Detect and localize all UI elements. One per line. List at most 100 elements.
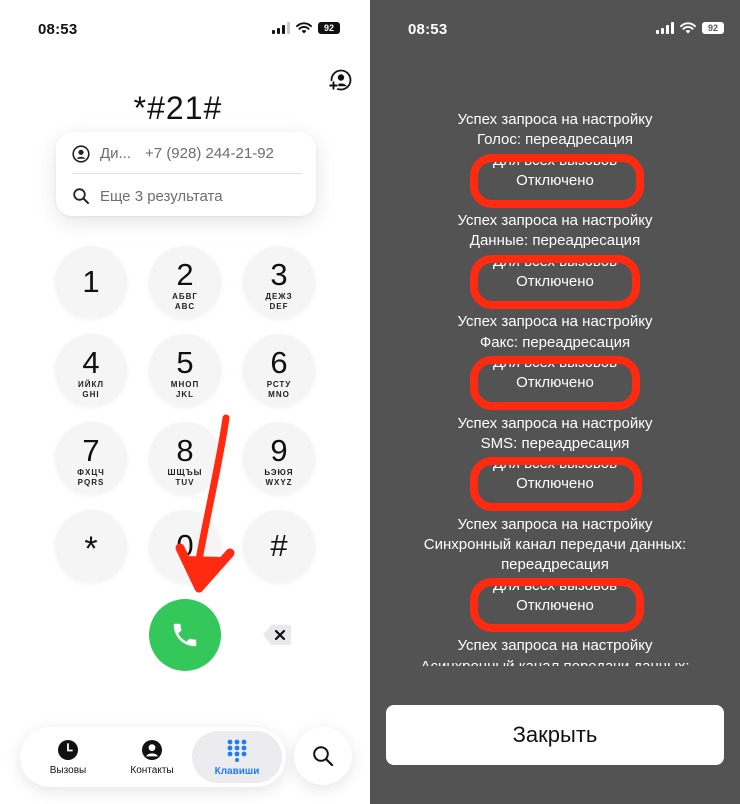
add-contact-icon[interactable] bbox=[328, 68, 352, 92]
message-service: SMS: переадресация bbox=[480, 434, 630, 452]
message-state: Отключено bbox=[516, 171, 594, 189]
message-scope: Для всех вызовов bbox=[492, 455, 618, 473]
key-5[interactable]: 5 МНОП JKL bbox=[149, 334, 221, 406]
key-9[interactable]: 9 ЬЭЮЯ WXYZ bbox=[243, 422, 315, 494]
key-digit: 4 bbox=[82, 345, 100, 380]
suggestion-contact-number: +7 (928) 244-21-92 bbox=[145, 145, 274, 162]
key-letters-lat: TUV bbox=[175, 478, 195, 487]
key-letters-lat: JKL bbox=[175, 390, 195, 399]
backspace-icon[interactable] bbox=[262, 624, 292, 646]
cellular-signal-icon bbox=[656, 22, 674, 34]
tab-label: Вызовы bbox=[49, 764, 87, 776]
key-digit: 0 bbox=[176, 528, 194, 563]
message-scope: Для всех вызовов bbox=[492, 252, 618, 270]
key-letters-cyr: ДЕЖЗ bbox=[265, 292, 293, 301]
battery-icon: 92 bbox=[702, 22, 724, 34]
person-circle-icon bbox=[72, 144, 90, 163]
key-4[interactable]: 4 ИЙКЛ GHI bbox=[55, 334, 127, 406]
status-time: 08:53 bbox=[38, 21, 78, 38]
message-service: Синхронный канал передачи данных: bbox=[423, 536, 687, 554]
status-bar: 08:53 92 bbox=[370, 0, 740, 60]
key-digit: 9 bbox=[270, 433, 288, 468]
tab-keypad[interactable]: Клавиши bbox=[192, 731, 282, 783]
key-letters-cyr: ЬЭЮЯ bbox=[264, 468, 294, 477]
message-state: Отключено bbox=[516, 596, 594, 614]
key-digit: 8 bbox=[176, 433, 194, 468]
message-block: Успех запроса на настройку Голос: переад… bbox=[370, 100, 740, 191]
message-block: Успех запроса на настройку Факс: переадр… bbox=[370, 312, 740, 393]
search-button[interactable] bbox=[294, 727, 352, 785]
key-digit: 7 bbox=[82, 433, 100, 468]
dialer-screen: 08:53 92 *#21# Ди... +7 (928) 244-21-92 … bbox=[0, 0, 356, 804]
wifi-icon bbox=[296, 22, 312, 34]
tab-bar: Вызовы Контакты Клавиши bbox=[20, 727, 286, 787]
key-digit: 1 bbox=[82, 264, 100, 299]
clock-icon bbox=[58, 739, 78, 760]
person-icon bbox=[142, 739, 162, 760]
suggestion-card: Ди... +7 (928) 244-21-92 Еще 3 результат… bbox=[56, 132, 316, 216]
message-line: Успех запроса на настройку bbox=[457, 515, 653, 533]
key-letters-cyr: ШЩЪЫ bbox=[167, 468, 203, 477]
ussd-message: Успех запроса на настройку Голос: переад… bbox=[370, 100, 740, 666]
message-service: Данные: переадресация bbox=[469, 232, 641, 250]
key-letters-cyr: ФХЦЧ bbox=[77, 468, 105, 477]
key-letters-cyr: ИЙКЛ bbox=[78, 380, 104, 389]
message-line: Успех запроса на настройку bbox=[457, 313, 653, 331]
status-time: 08:53 bbox=[408, 21, 448, 38]
key-7[interactable]: 7 ФХЦЧ PQRS bbox=[55, 422, 127, 494]
keypad-icon bbox=[227, 739, 247, 762]
more-results-row[interactable]: Еще 3 результата bbox=[72, 176, 302, 216]
call-button[interactable] bbox=[149, 599, 221, 671]
key-letters-lat: MNO bbox=[268, 390, 290, 399]
message-state: Отключено bbox=[516, 273, 594, 291]
message-service: Асинхронный канал передачи данных: bbox=[370, 657, 740, 666]
search-icon bbox=[73, 188, 89, 204]
tab-calls[interactable]: Вызовы bbox=[26, 731, 110, 783]
message-block: Успех запроса на настройку Синхронный ка… bbox=[370, 515, 740, 616]
key-letters-lat: WXYZ bbox=[265, 478, 293, 487]
message-scope: Для всех вызовов bbox=[492, 353, 618, 371]
message-line: Успех запроса на настройку bbox=[457, 212, 653, 230]
message-line: Успех запроса на настройку bbox=[457, 111, 653, 128]
message-block: Успех запроса на настройку Асинхронный к… bbox=[370, 636, 740, 666]
search-icon bbox=[313, 746, 334, 767]
battery-icon: 92 bbox=[318, 22, 340, 34]
cellular-signal-icon bbox=[272, 22, 290, 34]
status-bar: 08:53 92 bbox=[0, 0, 356, 60]
key-letters-lat: PQRS bbox=[77, 478, 105, 487]
key-1[interactable]: 1 bbox=[55, 246, 127, 318]
key-star[interactable]: * bbox=[55, 510, 127, 582]
key-digit: 2 bbox=[176, 257, 194, 292]
key-hash[interactable]: # bbox=[243, 510, 315, 582]
message-block: Успех запроса на настройку Данные: переа… bbox=[370, 211, 740, 292]
message-line: Успех запроса на настройку bbox=[457, 637, 653, 655]
key-3[interactable]: 3 ДЕЖЗ DEF bbox=[243, 246, 315, 318]
tab-contacts[interactable]: Контакты bbox=[112, 731, 192, 783]
suggestion-contact-name: Ди... bbox=[100, 145, 132, 162]
message-state: Отключено bbox=[516, 475, 594, 493]
key-digit: # bbox=[270, 528, 288, 563]
key-6[interactable]: 6 РСТУ MNO bbox=[243, 334, 315, 406]
key-8[interactable]: 8 ШЩЪЫ TUV bbox=[149, 422, 221, 494]
phone-icon bbox=[173, 623, 197, 647]
dialed-number: *#21# bbox=[133, 90, 223, 126]
more-results-label: Еще 3 результата bbox=[100, 187, 223, 205]
message-state: Отключено bbox=[516, 374, 594, 392]
message-service-cont: переадресация bbox=[501, 556, 609, 574]
message-service: Голос: переадресация bbox=[476, 131, 634, 149]
key-0[interactable]: 0 bbox=[149, 510, 221, 582]
key-letters-cyr: АБВГ bbox=[172, 292, 198, 301]
message-scope: Для всех вызовов bbox=[492, 151, 618, 169]
key-digit: 6 bbox=[270, 345, 288, 380]
message-block: Успех запроса на настройку SMS: переадре… bbox=[370, 414, 740, 495]
tab-label: Контакты bbox=[130, 764, 174, 776]
key-2[interactable]: 2 АБВГ ABC bbox=[149, 246, 221, 318]
key-letters-cyr: РСТУ bbox=[266, 380, 292, 389]
close-button[interactable]: Закрыть bbox=[386, 705, 724, 765]
contact-suggestion[interactable]: Ди... +7 (928) 244-21-92 bbox=[72, 134, 302, 174]
wifi-icon bbox=[680, 22, 696, 34]
key-digit: * bbox=[84, 530, 98, 568]
key-letters-lat: GHI bbox=[82, 390, 100, 399]
message-line: Успех запроса на настройку bbox=[457, 414, 653, 432]
message-scope: Для всех вызовов bbox=[492, 576, 618, 594]
